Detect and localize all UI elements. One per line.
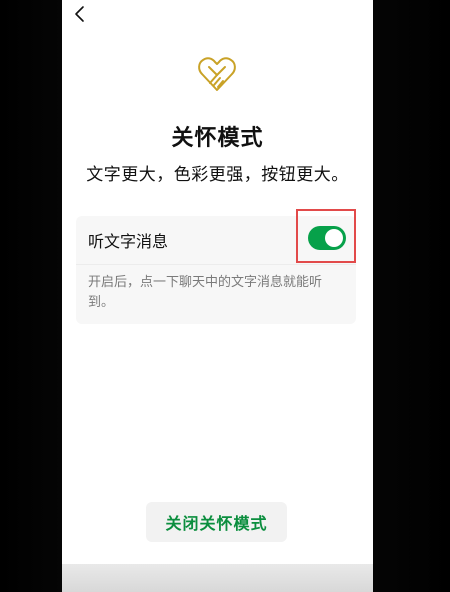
setting-description: 开启后，点一下聊天中的文字消息就能听到。 — [88, 275, 323, 310]
screenshot-viewport: 关怀模式 文字更大，色彩更强，按钮更大。 听文字消息 开启后，点一下聊天中的文字… — [0, 0, 450, 592]
page-subtitle: 文字更大，色彩更强，按钮更大。 — [86, 165, 349, 185]
heart-hands-icon — [198, 57, 236, 91]
page-title: 关怀模式 — [171, 126, 264, 151]
right-letterbox — [373, 0, 450, 592]
bottom-system-bar — [62, 564, 373, 592]
chevron-left-icon — [75, 6, 84, 22]
highlight-annotation-box — [296, 209, 356, 263]
back-button[interactable] — [66, 0, 94, 28]
left-letterbox — [0, 0, 62, 592]
phone-screen: 关怀模式 文字更大，色彩更强，按钮更大。 听文字消息 开启后，点一下聊天中的文字… — [62, 0, 373, 592]
close-care-mode-button[interactable]: 关闭关怀模式 — [146, 502, 287, 542]
setting-label: 听文字消息 — [88, 232, 169, 251]
setting-divider — [76, 264, 356, 265]
